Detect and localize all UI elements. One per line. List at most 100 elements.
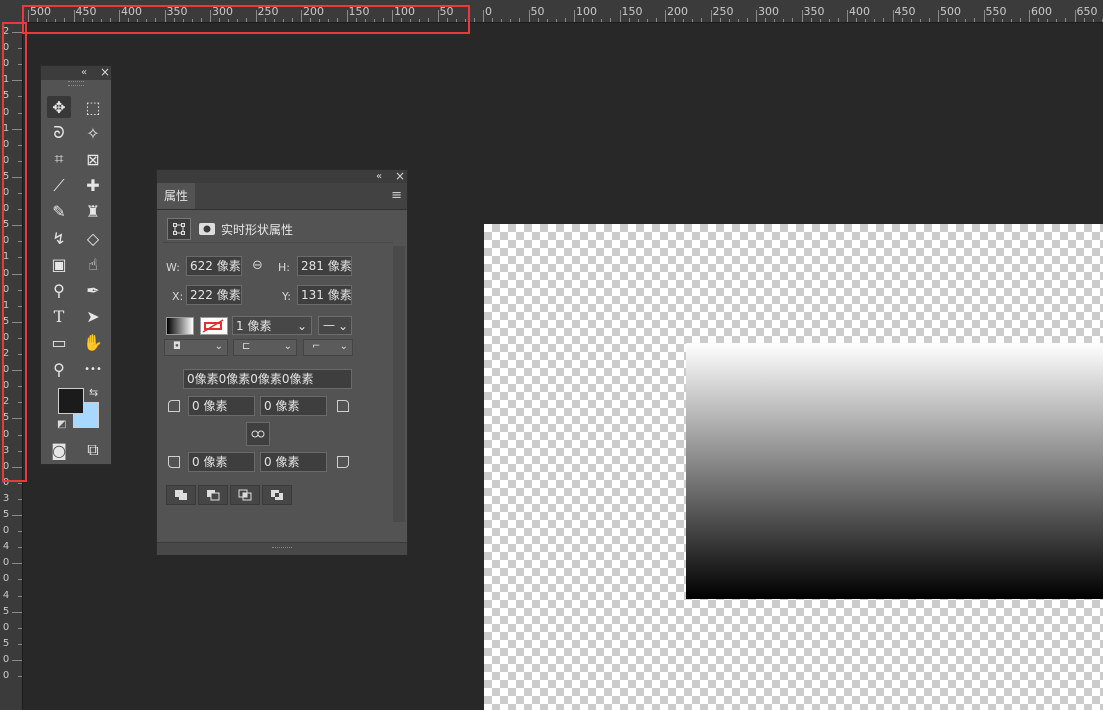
ruler-label: 0 xyxy=(2,267,10,279)
lasso-tool-icon[interactable]: ᘐ xyxy=(47,122,71,144)
top-right-corner-icon xyxy=(337,400,349,412)
ruler-minor-tick xyxy=(910,19,912,22)
combine-shapes-icon[interactable] xyxy=(166,485,196,505)
ruler-label: 0 xyxy=(2,203,10,215)
ruler-minor-tick xyxy=(719,18,721,22)
ruler-minor-tick xyxy=(337,18,339,22)
link-radius-icon[interactable] xyxy=(246,422,270,446)
close-icon[interactable]: × xyxy=(395,170,405,183)
foreground-color-swatch[interactable] xyxy=(58,388,84,414)
ruler-minor-tick xyxy=(100,19,102,22)
gradient-rectangle-shape[interactable] xyxy=(686,343,1103,599)
ruler-tick xyxy=(18,112,22,114)
ruler-label: 400 xyxy=(849,5,870,18)
ruler-label: 0 xyxy=(2,573,10,585)
ruler-minor-tick xyxy=(610,18,612,22)
x-position-field[interactable]: 222 像素 xyxy=(186,285,242,305)
stroke-align-dropdown[interactable]: ◘ ⌄ xyxy=(164,339,228,356)
link-dimensions-icon[interactable]: ⊖ xyxy=(252,258,263,273)
swap-colors-icon[interactable]: ⇆ xyxy=(89,386,98,399)
ruler-major-tick xyxy=(119,10,120,22)
ruler-minor-tick xyxy=(692,19,694,22)
stamp-tool-icon[interactable]: ♜ xyxy=(81,201,105,223)
healing-brush-tool-icon[interactable]: ✚ xyxy=(81,175,105,197)
default-colors-icon[interactable]: ◩ xyxy=(57,419,66,430)
collapse-icon[interactable]: « xyxy=(376,170,382,183)
brush-tool-icon[interactable]: ✎ xyxy=(47,201,71,223)
rectangle-tool-icon[interactable]: ▭ xyxy=(47,332,71,354)
bottom-right-radius-field[interactable]: 0 像素 xyxy=(260,452,327,472)
magic-wand-tool-icon[interactable]: ✧ xyxy=(81,122,105,144)
hand-tool-icon[interactable]: ✋ xyxy=(81,332,105,354)
shape-properties-icon[interactable] xyxy=(167,218,191,240)
eraser-tool-icon[interactable]: ◇ xyxy=(81,227,105,249)
ruler-major-tick xyxy=(301,10,302,22)
mask-properties-icon[interactable] xyxy=(195,218,219,240)
ruler-minor-tick xyxy=(191,19,193,22)
y-label: Y: xyxy=(282,290,291,303)
ruler-minor-tick xyxy=(155,18,157,22)
gradient-tool-icon[interactable]: ▣ xyxy=(47,253,71,275)
zoom-tool-icon[interactable]: ⚲ xyxy=(47,358,71,380)
history-brush-tool-icon[interactable]: ↯ xyxy=(47,227,71,249)
screen-mode-tool-icon[interactable]: ⧉ xyxy=(81,439,105,461)
dodge-tool-icon[interactable]: ⚲ xyxy=(47,279,71,301)
ruler-minor-tick xyxy=(956,19,958,22)
ruler-tick xyxy=(12,611,22,613)
stroke-corners-dropdown[interactable]: ⌐ ⌄ xyxy=(303,339,353,356)
ruler-origin[interactable] xyxy=(0,0,23,23)
stroke-width-dropdown[interactable]: 1 像素 ⌄ xyxy=(232,316,312,335)
stroke-swatch[interactable] xyxy=(200,317,228,335)
eyedropper-tool-icon[interactable]: ⟋ xyxy=(47,175,71,197)
horizontal-ruler[interactable]: 500 450 400 350 300 250 200 150 100 50 0 50 100 150 20… xyxy=(22,0,1103,23)
ruler-label: 0 xyxy=(2,106,10,118)
subtract-shapes-icon[interactable] xyxy=(198,485,228,505)
top-right-radius-field[interactable]: 0 像素 xyxy=(260,396,327,416)
y-position-field[interactable]: 131 像素 xyxy=(297,285,352,305)
panel-scrollbar[interactable] xyxy=(393,246,405,522)
stroke-caps-dropdown[interactable]: ⊏ ⌄ xyxy=(233,339,297,356)
quick-mask-tool-icon[interactable]: ◙ xyxy=(47,439,71,461)
top-left-radius-field[interactable]: 0 像素 xyxy=(188,396,255,416)
ruler-minor-tick xyxy=(1065,18,1067,22)
fill-swatch[interactable] xyxy=(166,317,194,335)
crop-tool-icon[interactable]: ⌗ xyxy=(47,148,71,170)
marquee-tool-icon[interactable]: ⬚ xyxy=(81,96,105,118)
panel-menu-icon[interactable]: ≡ xyxy=(391,188,402,203)
stroke-type-dropdown[interactable]: — ⌄ xyxy=(318,316,352,335)
ruler-tick xyxy=(18,579,22,581)
ruler-tick xyxy=(12,225,22,227)
ruler-minor-tick xyxy=(373,19,375,22)
ruler-tick xyxy=(12,370,22,372)
width-field[interactable]: 622 像素 xyxy=(186,256,242,276)
tab-properties[interactable]: 属性 xyxy=(157,183,195,209)
corner-radius-all-field[interactable]: 0像素0像素0像素0像素 xyxy=(183,369,352,389)
resize-grip[interactable] xyxy=(272,547,292,551)
vertical-ruler[interactable]: 2 0 0 1 5 0 1 0 0 5 0 0 5 0 1 0 0 1 5 0 2 0 0 2 5 0 3 0 0 3 5 0 4 0 0 4 5 0 5 0… xyxy=(0,22,23,710)
ruler-minor-tick xyxy=(355,18,357,22)
tools-panel-header[interactable]: « × xyxy=(41,66,111,80)
frame-tool-icon[interactable]: ⊠ xyxy=(81,148,105,170)
path-select-tool-icon[interactable]: ➤ xyxy=(81,306,105,328)
properties-panel-header[interactable]: « × xyxy=(157,170,407,183)
exclude-shapes-icon[interactable] xyxy=(262,485,292,505)
ruler-minor-tick xyxy=(919,19,921,22)
ruler-label: 0 xyxy=(2,460,10,472)
intersect-shapes-icon[interactable] xyxy=(230,485,260,505)
ruler-label: 200 xyxy=(667,5,688,18)
pen-tool-icon[interactable]: ✒ xyxy=(81,279,105,301)
bottom-left-radius-field[interactable]: 0 像素 xyxy=(188,452,255,472)
move-tool-icon[interactable]: ✥ xyxy=(47,96,71,118)
ruler-minor-tick xyxy=(55,19,57,22)
close-icon[interactable]: × xyxy=(100,66,110,79)
ruler-label: 0 xyxy=(2,187,10,198)
height-field[interactable]: 281 像素 xyxy=(297,256,352,276)
grip-handle[interactable] xyxy=(68,81,84,86)
collapse-icon[interactable]: « xyxy=(81,66,87,79)
ruler-major-tick xyxy=(983,10,985,22)
type-tool-icon[interactable]: T xyxy=(47,306,71,328)
ruler-label: 0 xyxy=(2,653,10,665)
more-tools-icon[interactable]: ••• xyxy=(81,358,105,380)
smudge-tool-icon[interactable]: ☝ xyxy=(81,253,105,275)
ruler-label: 5 xyxy=(2,605,10,617)
